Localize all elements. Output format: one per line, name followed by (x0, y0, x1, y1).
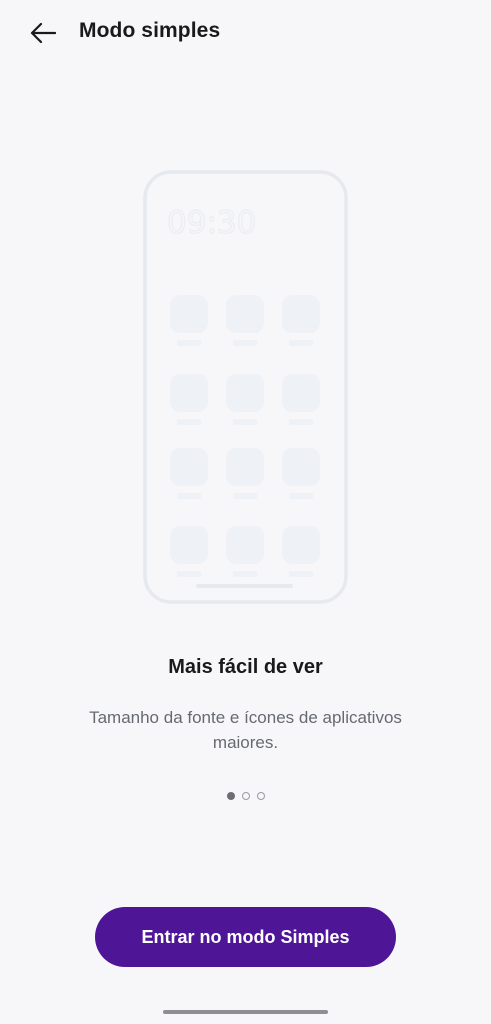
app-label-placeholder (289, 571, 313, 577)
app-icon-placeholder (170, 448, 208, 486)
back-button[interactable] (26, 16, 60, 50)
app-icon-placeholder (226, 526, 264, 564)
app-placeholder (170, 526, 208, 577)
app-icon-placeholder (226, 374, 264, 412)
app-icon-placeholder (170, 374, 208, 412)
app-placeholder (170, 374, 208, 425)
app-label-placeholder (177, 571, 201, 577)
slide-description: Tamanho da fonte e ícones de aplicativos… (89, 708, 402, 752)
app-label-placeholder (289, 419, 313, 425)
app-icon-placeholder (282, 374, 320, 412)
page-dot (241, 792, 250, 800)
app-label-placeholder (177, 419, 201, 425)
top-app-bar: Modo simples (0, 0, 491, 66)
app-icon-placeholder (226, 448, 264, 486)
home-indicator (163, 1010, 328, 1014)
page-indicator (0, 790, 491, 802)
app-label-placeholder (233, 571, 257, 577)
app-label-placeholder (233, 493, 257, 499)
app-placeholder (226, 448, 264, 499)
app-placeholder (226, 374, 264, 425)
app-icon-placeholder (282, 448, 320, 486)
app-placeholder (170, 448, 208, 499)
enter-simple-mode-button[interactable]: Entrar no modo Simples (95, 907, 396, 967)
slide-title: Mais fácil de ver (168, 656, 323, 678)
phone-home-bar (196, 584, 293, 588)
page-title: Modo simples (79, 19, 221, 42)
app-icon-placeholder (226, 295, 264, 333)
app-label-placeholder (177, 493, 201, 499)
app-icon-placeholder (170, 295, 208, 333)
app-label-placeholder (289, 493, 313, 499)
app-label-placeholder (289, 340, 313, 346)
page-dot (256, 792, 265, 800)
app-label-placeholder (177, 340, 201, 346)
app-placeholder (226, 526, 264, 577)
phone-clock: 09:30 (167, 205, 256, 241)
arrow-left-icon (30, 22, 56, 44)
phone-illustration: 09:30 (143, 170, 348, 604)
page-dot-active (226, 792, 235, 800)
app-placeholder (226, 295, 264, 346)
app-placeholder (282, 526, 320, 577)
app-icon-placeholder (282, 526, 320, 564)
app-icon-placeholder (170, 526, 208, 564)
app-placeholder (282, 448, 320, 499)
app-placeholder (170, 295, 208, 346)
app-label-placeholder (233, 340, 257, 346)
app-placeholder (282, 295, 320, 346)
app-grid (170, 295, 320, 577)
app-icon-placeholder (282, 295, 320, 333)
app-placeholder (282, 374, 320, 425)
app-label-placeholder (233, 419, 257, 425)
